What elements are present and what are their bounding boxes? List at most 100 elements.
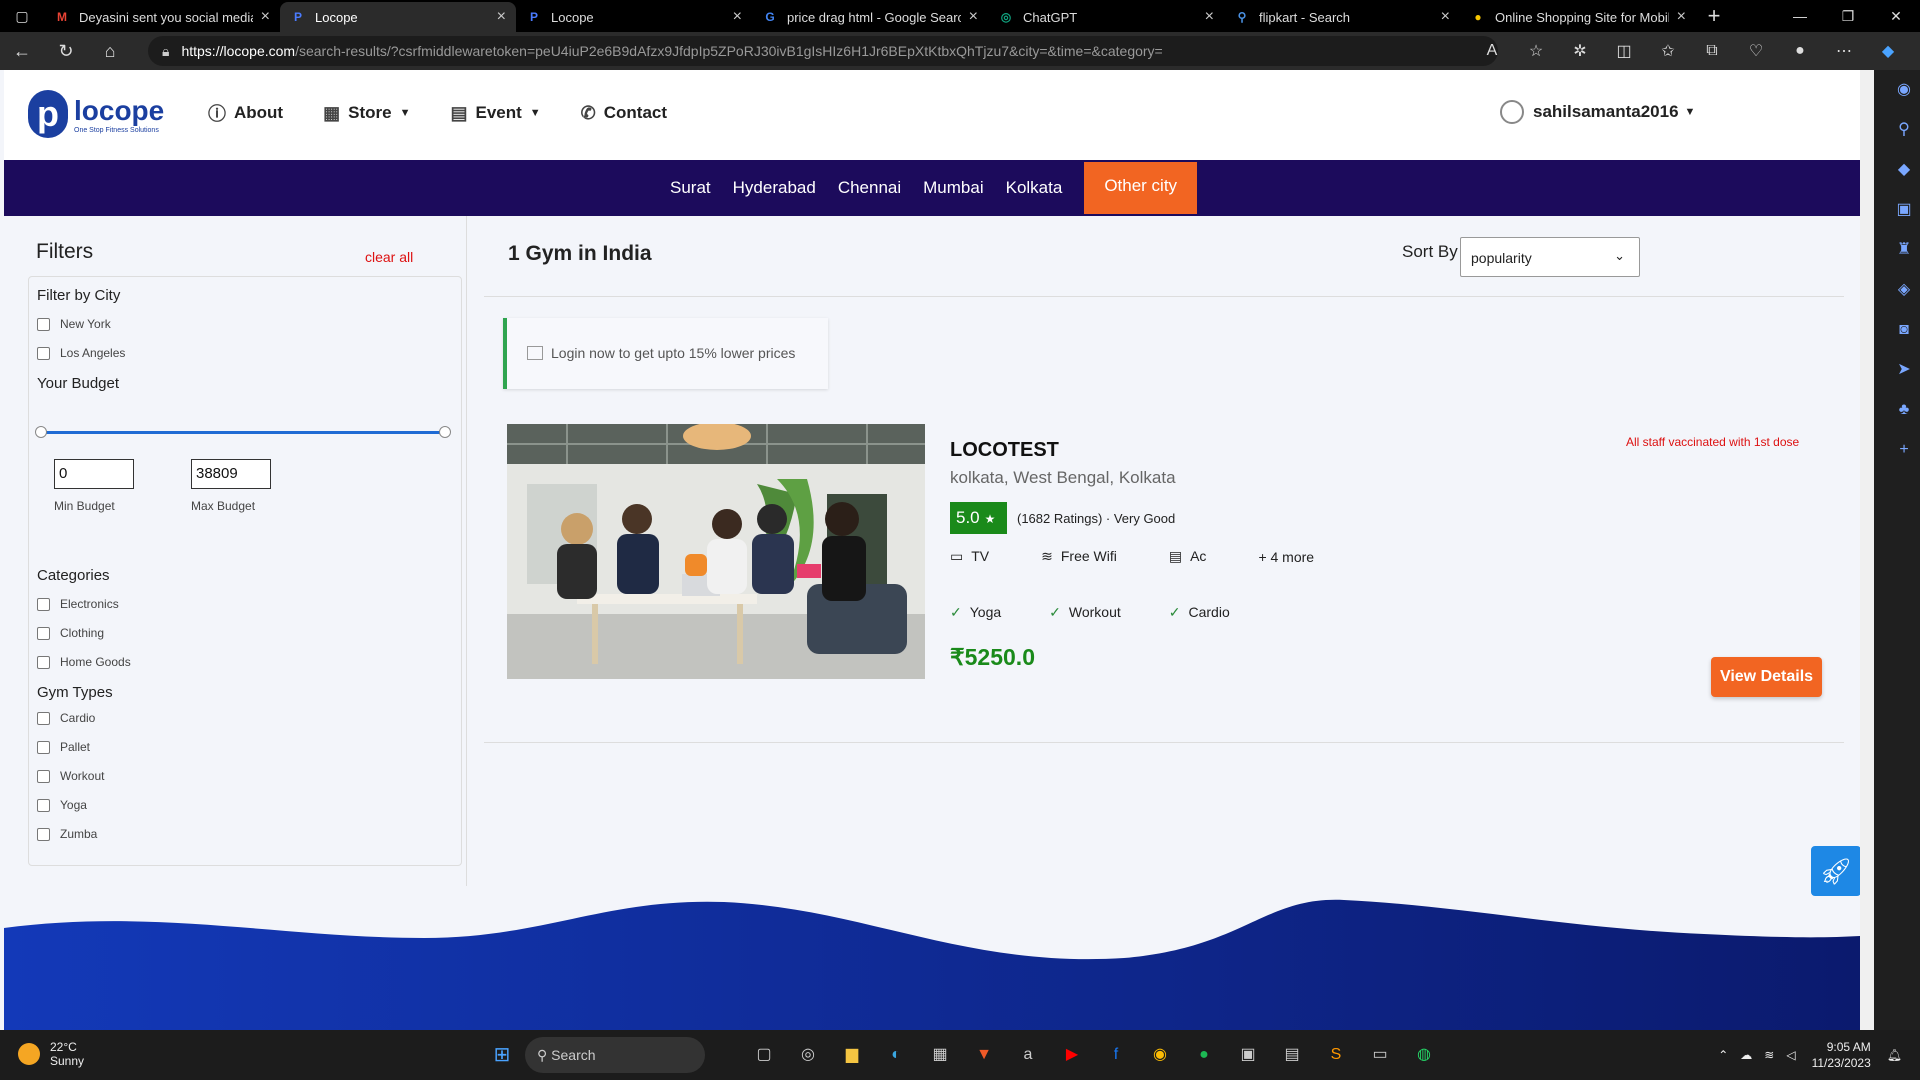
- close-tab-icon[interactable]: ×: [1441, 8, 1450, 26]
- filter-city-new-york[interactable]: New York: [37, 317, 111, 331]
- filter-category-clothing[interactable]: Clothing: [37, 626, 104, 640]
- more-icon[interactable]: ⋯: [1822, 41, 1866, 61]
- page-scrollbar[interactable]: [1860, 70, 1874, 1030]
- profile-icon[interactable]: ●: [1778, 42, 1822, 60]
- start-icon[interactable]: ⊞: [480, 1040, 524, 1070]
- favorite-star-icon[interactable]: ☆: [1514, 41, 1558, 61]
- max-budget-input[interactable]: 38809: [191, 459, 271, 489]
- copilot-icon[interactable]: ◆: [1866, 41, 1910, 61]
- site-logo[interactable]: p locope One Stop Fitness Solutions: [28, 90, 164, 138]
- url-field[interactable]: 🔒︎ https://locope.com /search-results/?c…: [148, 36, 1498, 66]
- city-mumbai[interactable]: Mumbai: [923, 178, 983, 198]
- outlook-icon[interactable]: ◙: [1874, 310, 1920, 350]
- checkbox[interactable]: [37, 769, 50, 783]
- budget-slider-min-handle[interactable]: [35, 426, 47, 438]
- file-explorer-icon[interactable]: ▆: [830, 1040, 874, 1070]
- more-amenities-link[interactable]: + 4 more: [1258, 549, 1314, 565]
- close-window-icon[interactable]: ✕: [1872, 0, 1920, 32]
- bell-icon[interactable]: ◉: [1874, 70, 1920, 110]
- notification-icon[interactable]: 🔔︎: [1887, 1048, 1902, 1062]
- gym-name[interactable]: LOCOTEST: [950, 439, 1059, 462]
- checkbox[interactable]: [37, 740, 50, 754]
- tab-gmail[interactable]: M Deyasini sent you social media v ×: [44, 2, 280, 32]
- apps-icon[interactable]: ▤: [1270, 1040, 1314, 1070]
- amazon-icon[interactable]: a: [1006, 1040, 1050, 1070]
- checkbox[interactable]: [37, 827, 50, 841]
- meet-icon[interactable]: ◎: [786, 1040, 830, 1070]
- city-surat[interactable]: Surat: [670, 178, 711, 198]
- view-details-button[interactable]: View Details: [1711, 657, 1822, 697]
- sublime-icon[interactable]: S: [1314, 1040, 1358, 1070]
- wifi-icon[interactable]: ≋: [1764, 1048, 1774, 1062]
- checkbox[interactable]: [37, 798, 50, 812]
- back-icon[interactable]: ←: [0, 41, 44, 62]
- filter-category-home-goods[interactable]: Home Goods: [37, 655, 131, 669]
- close-tab-icon[interactable]: ×: [969, 8, 978, 26]
- extensions-icon[interactable]: ✲: [1558, 41, 1602, 61]
- tab-chatgpt[interactable]: ◎ ChatGPT ×: [988, 2, 1224, 32]
- nav-event[interactable]: ▤ Event ▼: [450, 100, 540, 126]
- tree-icon[interactable]: ♣: [1874, 390, 1920, 430]
- other-city-button[interactable]: Other city: [1084, 162, 1198, 214]
- remote-icon[interactable]: ▣: [1226, 1040, 1270, 1070]
- min-budget-input[interactable]: 0: [54, 459, 134, 489]
- nav-about[interactable]: ⓘ About: [208, 100, 283, 126]
- refresh-icon[interactable]: ↻: [44, 41, 88, 62]
- store-icon[interactable]: ▦: [918, 1040, 962, 1070]
- nav-store[interactable]: ▦ Store ▼: [323, 100, 410, 126]
- checkbox[interactable]: [37, 346, 50, 360]
- city-kolkata[interactable]: Kolkata: [1006, 178, 1063, 198]
- home-icon[interactable]: ⌂: [88, 41, 132, 62]
- terminal-icon[interactable]: ▭: [1358, 1040, 1402, 1070]
- filter-type-yoga[interactable]: Yoga: [37, 798, 87, 812]
- briefcase-icon[interactable]: ▣: [1874, 190, 1920, 230]
- send-icon[interactable]: ➤: [1874, 350, 1920, 390]
- close-tab-icon[interactable]: ×: [261, 8, 270, 26]
- split-screen-icon[interactable]: ◫: [1602, 41, 1646, 61]
- restore-icon[interactable]: ❐: [1824, 0, 1872, 32]
- filter-type-workout[interactable]: Workout: [37, 769, 104, 783]
- filter-type-cardio[interactable]: Cardio: [37, 711, 95, 725]
- filter-type-pallet[interactable]: Pallet: [37, 740, 90, 754]
- budget-slider-track[interactable]: [35, 426, 451, 438]
- sort-select[interactable]: popularity ⌄: [1460, 237, 1640, 277]
- user-menu[interactable]: sahilsamanta2016 ▼: [1500, 100, 1695, 124]
- youtube-icon[interactable]: ▶: [1050, 1040, 1094, 1070]
- favorites-icon[interactable]: ✩: [1646, 41, 1690, 61]
- budget-slider-max-handle[interactable]: [439, 426, 451, 438]
- checkbox[interactable]: [37, 626, 50, 640]
- read-aloud-icon[interactable]: A: [1470, 42, 1514, 60]
- tab-locope[interactable]: P Locope ×: [516, 2, 752, 32]
- clear-all-link[interactable]: clear all: [365, 249, 413, 265]
- collections-icon[interactable]: ⧉: [1690, 42, 1734, 60]
- close-tab-icon[interactable]: ×: [1677, 8, 1686, 26]
- checkbox[interactable]: [37, 317, 50, 331]
- tab-locope-active[interactable]: P Locope ×: [280, 2, 516, 32]
- checkbox[interactable]: [37, 655, 50, 669]
- task-view-icon[interactable]: ▢: [742, 1040, 786, 1070]
- rocket-icon[interactable]: 🚀︎: [1811, 846, 1860, 896]
- filter-category-electronics[interactable]: Electronics: [37, 597, 119, 611]
- edge-icon[interactable]: ◐: [874, 1040, 918, 1070]
- tag-icon[interactable]: ◆: [1874, 150, 1920, 190]
- close-tab-icon[interactable]: ×: [497, 8, 506, 26]
- filter-type-zumba[interactable]: Zumba: [37, 827, 97, 841]
- filter-city-los-angeles[interactable]: Los Angeles: [37, 346, 125, 360]
- facebook-icon[interactable]: f: [1094, 1040, 1138, 1070]
- minimize-icon[interactable]: —: [1776, 0, 1824, 32]
- search-icon[interactable]: ⚲: [1874, 110, 1920, 150]
- add-icon[interactable]: +: [1874, 430, 1920, 470]
- weather-widget[interactable]: 22°C Sunny: [18, 1040, 84, 1068]
- tab-flipkart[interactable]: ● Online Shopping Site for Mobile ×: [1460, 2, 1696, 32]
- volume-icon[interactable]: ◁: [1786, 1048, 1795, 1062]
- tab-flipkart-search[interactable]: ⚲ flipkart - Search ×: [1224, 2, 1460, 32]
- tab-google[interactable]: G price drag html - Google Search ×: [752, 2, 988, 32]
- login-promo-banner[interactable]: Login now to get upto 15% lower prices: [503, 318, 828, 389]
- gym-photo[interactable]: [507, 424, 925, 679]
- clock[interactable]: 9:05 AM 11/23/2023: [1812, 1039, 1871, 1071]
- city-chennai[interactable]: Chennai: [838, 178, 901, 198]
- checkbox[interactable]: [37, 711, 50, 725]
- close-tab-icon[interactable]: ×: [733, 8, 742, 26]
- taskbar-search[interactable]: ⚲ Search: [525, 1037, 705, 1073]
- whatsapp-icon[interactable]: ◍: [1402, 1040, 1446, 1070]
